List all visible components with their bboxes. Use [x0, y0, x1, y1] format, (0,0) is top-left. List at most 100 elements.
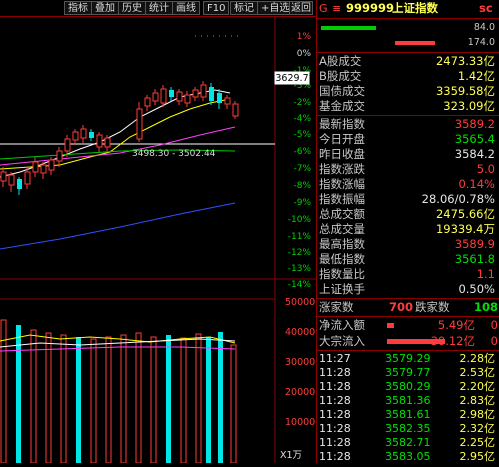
tick-time: 11:28: [319, 436, 351, 449]
range-annotation: 3498.30 - 3502.44: [132, 149, 216, 159]
candle: [209, 83, 214, 105]
stat-value: 2473.33亿: [435, 54, 495, 68]
code-indicator-icon: G: [319, 2, 328, 15]
tick-time: 11:28: [319, 422, 351, 435]
quote-value: 19339.4万: [435, 222, 495, 236]
toolbar-stats-button[interactable]: 统计: [145, 1, 173, 15]
axis-label-m13pct: -13%: [288, 264, 312, 274]
stat-value: 3359.58亿: [435, 84, 495, 98]
divider: [317, 350, 499, 351]
candle: [192, 87, 199, 101]
tick-price: 3582.35: [385, 422, 431, 435]
volume-bar: [105, 336, 112, 464]
stat-value: 1.42亿: [457, 69, 495, 83]
toolbar-f10-button[interactable]: F10: [203, 1, 230, 15]
quote-panel: G ≡ 999999 上证指数 sc 84.0 174.0 A股成交 2473.3…: [316, 0, 499, 463]
quote-value: 3589.2: [454, 117, 495, 131]
axis-label-0pct: 0%: [297, 49, 312, 59]
quote-value: 3584.2: [454, 147, 495, 161]
toolbar-history-button[interactable]: 历史: [118, 1, 146, 15]
toolbar-overlay-button[interactable]: 叠加: [91, 1, 119, 15]
axis-label-1pct: 1%: [297, 32, 312, 42]
quote-row: 指数振幅 28.06/0.78%: [319, 192, 499, 207]
quote-value: 0.14%: [458, 177, 495, 191]
quote-label: 昨日收盘: [319, 147, 365, 161]
candle: [136, 102, 143, 142]
quote-label: 最低指数: [319, 252, 365, 266]
tick-volume: 2.20亿: [459, 380, 496, 393]
kline-chart-area[interactable]: 1% 0% -1% -2% -4% -5% -6% -7% -8% -9% -1…: [0, 17, 316, 464]
net-inflow-value: 5.49亿: [437, 318, 475, 332]
ratio-value-1: 84.0: [473, 22, 495, 33]
candle: [8, 172, 15, 192]
quote-row: 指数量比 1.1: [319, 267, 499, 282]
volume-axis-label: 10000: [285, 417, 315, 428]
quote-value: 3589.9: [454, 237, 495, 251]
divider: [317, 115, 499, 116]
stat-row: 国债成交 3359.58亿: [319, 84, 499, 99]
volume-bar: [60, 334, 67, 464]
candle: [224, 95, 231, 109]
axis-label-m14pct: -14%: [288, 280, 312, 290]
axis-label-m4pct: -4%: [293, 114, 311, 124]
tick-row: 11:28 3581.61 2.98亿: [317, 408, 499, 422]
tick-time: 11:27: [319, 352, 351, 365]
candle: [48, 157, 55, 175]
menu-lines-icon[interactable]: ≡: [332, 1, 341, 16]
volume-bar: [135, 332, 142, 464]
volume-axis-label: 20000: [285, 387, 315, 398]
toolbar-indicator-button[interactable]: 指标: [64, 1, 92, 15]
advancers-label: 涨家数: [319, 300, 354, 314]
toolbar-add-watchlist-button[interactable]: +自选: [257, 1, 294, 15]
candle: [72, 129, 79, 145]
volume-axis-label: 30000: [285, 357, 315, 368]
tick-row: 11:27 3579.29 2.28亿: [317, 352, 499, 366]
volume-bar: [0, 319, 7, 464]
toolbar-draw-button[interactable]: 画线: [172, 1, 200, 15]
quote-row: 最低指数 3561.8: [319, 252, 499, 267]
candle: [89, 129, 94, 141]
stat-row: B股成交 1.42亿: [319, 69, 499, 84]
tick-volume: 2.28亿: [459, 352, 496, 365]
candle: [32, 157, 39, 177]
toolbar-mark-button[interactable]: 标记: [230, 1, 258, 15]
toolbar-back-button[interactable]: 返回: [289, 1, 313, 15]
quote-row: 总成交量 19339.4万: [319, 222, 499, 237]
tick-price: 3580.29: [385, 380, 431, 393]
candle: [217, 89, 222, 109]
tick-volume: 2.98亿: [459, 408, 496, 421]
divider: [317, 298, 499, 299]
axis-label-m2pct: -2%: [293, 98, 311, 108]
tick-volume: 2.32亿: [459, 422, 496, 435]
chart-toolbar: 指标 叠加 历史 统计 画线 F10 标记 +自选 返回: [0, 0, 316, 17]
volume-bar: [230, 344, 237, 464]
tick-price: 3583.05: [385, 450, 431, 463]
axis-label-m9pct: -9%: [293, 198, 311, 208]
decliners-count: 108: [473, 300, 498, 314]
tick-row: 11:28 3583.05 2.95亿: [317, 450, 499, 463]
candle: [56, 147, 63, 167]
volume-bar: [180, 337, 187, 464]
quote-label: 指数量比: [319, 267, 365, 281]
ma-line-blue: [0, 202, 236, 250]
quote-row: 上证换手 0.50%: [319, 282, 499, 297]
tick-time: 11:28: [319, 394, 351, 407]
volume-bar: [120, 334, 127, 464]
quote-label: 指数涨幅: [319, 177, 365, 191]
candle: [144, 95, 151, 111]
block-inflow-row: 大宗流入 30.12亿 0: [319, 334, 499, 349]
net-inflow-label: 净流入额: [319, 318, 365, 332]
axis-label-m10pct: -10%: [288, 215, 312, 225]
quote-value: 5.0: [476, 162, 495, 176]
block-inflow-label: 大宗流入: [319, 334, 365, 348]
quote-value: 3565.4: [454, 132, 495, 146]
tick-volume: 2.25亿: [459, 436, 496, 449]
tick-volume: 2.53亿: [459, 366, 496, 379]
stock-suffix: sc: [479, 1, 493, 15]
block-inflow-extra: 0: [490, 334, 498, 348]
tick-volume: 2.83亿: [459, 394, 496, 407]
stat-row: 基金成交 323.09亿: [319, 99, 499, 114]
quote-label: 总成交额: [319, 207, 365, 221]
tick-row: 11:28 3581.36 2.83亿: [317, 394, 499, 408]
stock-name: 上证指数: [392, 1, 438, 15]
